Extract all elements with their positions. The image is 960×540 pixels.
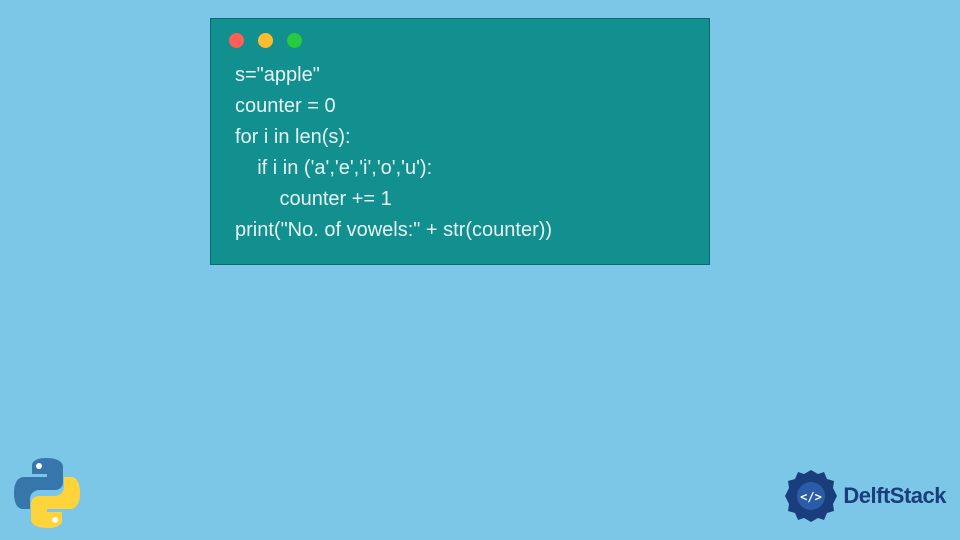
minimize-icon xyxy=(258,33,273,48)
code-content: s="apple" counter = 0 for i in len(s): i… xyxy=(211,58,709,252)
code-line: print("No. of vowels:" + str(counter)) xyxy=(235,219,552,241)
python-logo-icon xyxy=(8,454,86,532)
code-line: s="apple" xyxy=(235,64,320,86)
svg-text:</>: </> xyxy=(801,490,823,504)
maximize-icon xyxy=(287,33,302,48)
close-icon xyxy=(229,33,244,48)
delftstack-logo: </> DelftStack xyxy=(783,468,946,524)
delftstack-label: DelftStack xyxy=(843,483,946,509)
code-line: for i in len(s): xyxy=(235,126,351,148)
code-line: counter = 0 xyxy=(235,95,336,117)
code-window: s="apple" counter = 0 for i in len(s): i… xyxy=(210,18,710,265)
delftstack-badge-icon: </> xyxy=(783,468,839,524)
code-line: if i in ('a','e','i','o','u'): xyxy=(235,157,432,179)
code-line: counter += 1 xyxy=(235,188,392,210)
window-traffic-lights xyxy=(211,19,709,58)
